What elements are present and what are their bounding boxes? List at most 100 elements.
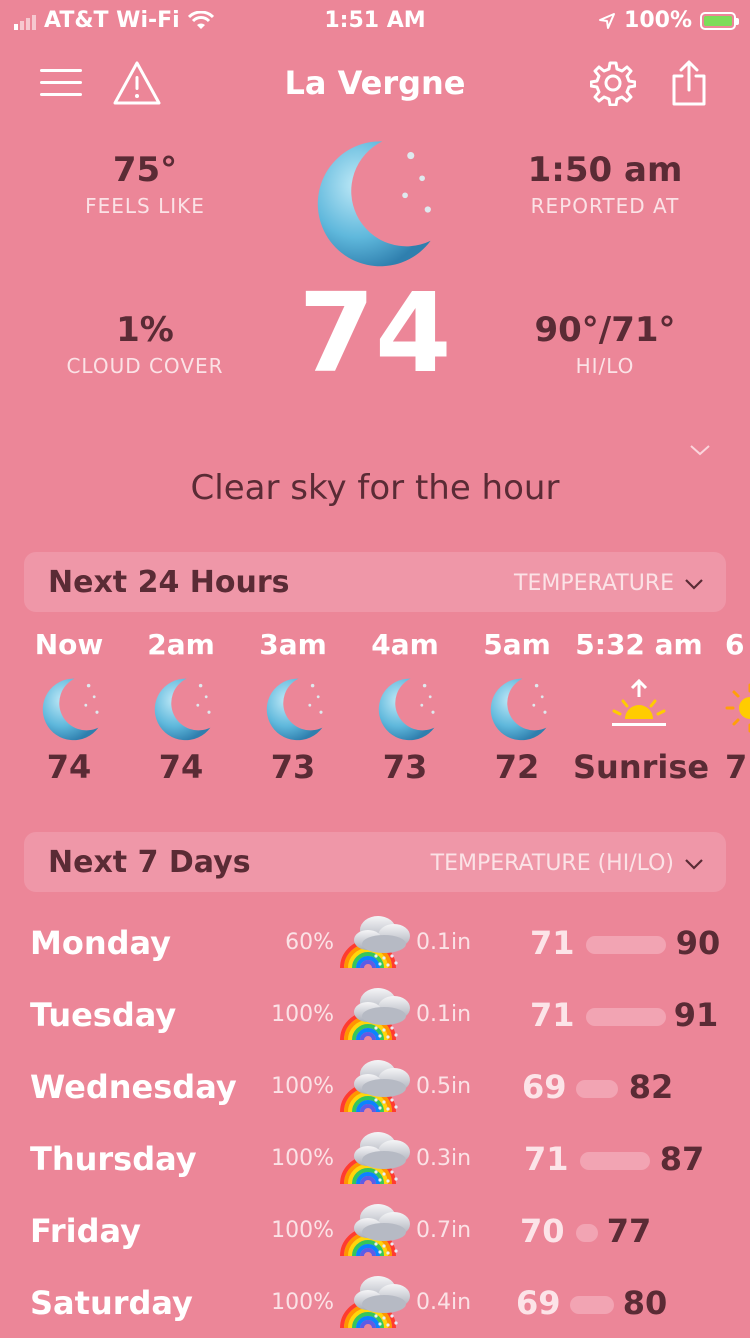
daily-high: 80 xyxy=(622,1284,668,1322)
temperature-range-bar xyxy=(580,1152,650,1170)
hi-lo-value: 90°/71° xyxy=(534,310,676,350)
hourly-value: 73 xyxy=(382,748,428,786)
chevron-down-icon[interactable] xyxy=(688,438,712,462)
hourly-item: 5am 72 xyxy=(461,628,573,786)
location-arrow-icon xyxy=(599,12,616,29)
daily-precip-amount: 0.1in xyxy=(416,1002,472,1027)
daily-day: Tuesday xyxy=(30,996,177,1034)
moon-icon xyxy=(370,673,440,743)
daily-high: 91 xyxy=(673,996,719,1034)
hourly-item: 5:32 am Sunrise xyxy=(573,628,710,786)
sunrise-icon xyxy=(612,678,666,726)
daily-day: Friday xyxy=(30,1212,141,1250)
sun-icon xyxy=(725,683,750,733)
settings-button[interactable] xyxy=(588,58,638,108)
hourly-time: 5am xyxy=(483,628,551,661)
hourly-section-header: Next 24 Hours TEMPERATURE xyxy=(24,552,726,612)
hi-lo-stat: 90°/71° HI/LO xyxy=(505,310,705,378)
rain-cloud-rainbow-icon xyxy=(338,1052,412,1114)
daily-row[interactable]: Tuesday 100% 0.1in 71 91 xyxy=(0,978,750,1050)
daily-row[interactable]: Thursday 100% 0.3in 71 87 xyxy=(0,1122,750,1194)
hourly-item: Now 74 xyxy=(13,628,125,786)
moon-icon xyxy=(258,673,328,743)
daily-precip-chance: 100% xyxy=(271,1218,334,1243)
daily-row[interactable]: Saturday 100% 0.4in 69 80 xyxy=(0,1266,750,1338)
daily-precip-amount: 0.5in xyxy=(416,1074,472,1099)
reported-at-stat: 1:50 am REPORTED AT xyxy=(505,150,705,218)
chevron-down-icon xyxy=(685,578,703,590)
hourly-metric-label: TEMPERATURE xyxy=(514,571,674,596)
daily-high: 77 xyxy=(606,1212,652,1250)
hourly-item: 4am 73 xyxy=(349,628,461,786)
hourly-value: 74 xyxy=(46,748,92,786)
cloud-cover-value: 1% xyxy=(116,310,174,350)
share-button[interactable] xyxy=(664,58,714,108)
share-icon xyxy=(672,60,706,106)
hourly-section-title: Next 24 Hours xyxy=(48,565,290,600)
status-right: 100% xyxy=(598,8,739,33)
hourly-metric-selector[interactable]: TEMPERATURE xyxy=(514,571,704,596)
daily-low: 69 xyxy=(522,1068,567,1106)
daily-row[interactable]: Monday 60% 0.1in 71 90 xyxy=(0,906,750,978)
temperature-range-bar xyxy=(576,1080,618,1098)
daily-precip-chance: 100% xyxy=(271,1146,334,1171)
daily-precip-amount: 0.7in xyxy=(416,1218,472,1243)
battery-icon xyxy=(700,11,739,30)
daily-low: 71 xyxy=(530,924,575,962)
moon-icon xyxy=(34,673,104,743)
chevron-down-icon xyxy=(685,858,703,870)
hourly-value: Sunrise xyxy=(573,748,710,786)
rain-cloud-rainbow-icon xyxy=(338,980,412,1042)
daily-day: Saturday xyxy=(30,1284,193,1322)
daily-day: Thursday xyxy=(30,1140,197,1178)
hourly-value: 72 xyxy=(494,748,540,786)
gear-icon xyxy=(590,61,636,106)
temperature-range-bar xyxy=(586,936,666,954)
daily-day: Monday xyxy=(30,924,171,962)
daily-precip-chance: 100% xyxy=(271,1074,334,1099)
reported-at-value: 1:50 am xyxy=(527,150,683,190)
hourly-time: 5:32 am xyxy=(575,628,703,661)
daily-day: Wednesday xyxy=(30,1068,237,1106)
daily-low: 70 xyxy=(520,1212,565,1250)
reported-at-label: REPORTED AT xyxy=(530,194,680,218)
daily-metric-label: TEMPERATURE (HI/LO) xyxy=(430,851,674,876)
daily-section-title: Next 7 Days xyxy=(48,845,251,880)
daily-metric-selector[interactable]: TEMPERATURE (HI/LO) xyxy=(431,851,704,876)
rain-cloud-rainbow-icon xyxy=(338,908,412,970)
hourly-value: 73 xyxy=(270,748,316,786)
moon-icon xyxy=(146,673,216,743)
daily-high: 87 xyxy=(659,1140,705,1178)
hourly-item: 6 7 xyxy=(725,628,750,786)
daily-precip-amount: 0.4in xyxy=(416,1290,472,1315)
rain-cloud-rainbow-icon xyxy=(338,1268,412,1330)
daily-low: 71 xyxy=(524,1140,569,1178)
hourly-time: Now xyxy=(34,628,104,661)
daily-low: 71 xyxy=(530,996,575,1034)
daily-precip-chance: 100% xyxy=(271,1290,334,1315)
temperature-range-bar xyxy=(570,1296,614,1314)
daily-precip-chance: 60% xyxy=(285,930,334,955)
hourly-item: 3am 73 xyxy=(237,628,349,786)
temperature-range-bar xyxy=(586,1008,666,1026)
daily-low: 69 xyxy=(516,1284,561,1322)
daily-row[interactable]: Wednesday 100% 0.5in 69 82 xyxy=(0,1050,750,1122)
daily-row[interactable]: Friday 100% 0.7in 70 77 xyxy=(0,1194,750,1266)
hourly-value: 7 xyxy=(725,748,748,786)
feels-like-label: FEELS LIKE xyxy=(85,194,205,218)
temperature-range-bar xyxy=(576,1224,598,1242)
battery-percent: 100% xyxy=(624,8,692,33)
daily-section-header: Next 7 Days TEMPERATURE (HI/LO) xyxy=(24,832,726,892)
hi-lo-label: HI/LO xyxy=(575,354,635,378)
current-summary: Clear sky for the hour xyxy=(190,468,560,508)
rain-cloud-rainbow-icon xyxy=(338,1124,412,1186)
hourly-item: 2am 74 xyxy=(125,628,237,786)
current-temperature: 74 xyxy=(298,269,452,397)
hourly-time: 3am xyxy=(259,628,327,661)
hourly-time: 4am xyxy=(371,628,439,661)
rain-cloud-rainbow-icon xyxy=(338,1196,412,1258)
daily-precip-amount: 0.3in xyxy=(416,1146,472,1171)
cloud-cover-label: CLOUD COVER xyxy=(66,354,224,378)
hourly-time: 6 xyxy=(725,628,745,661)
hourly-time: 2am xyxy=(147,628,215,661)
